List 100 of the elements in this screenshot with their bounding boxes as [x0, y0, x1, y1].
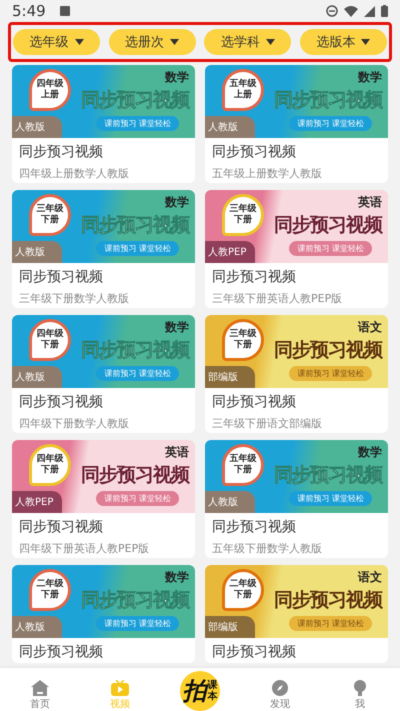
video-card[interactable]: 二年级 下册 人教版 数学 同步预习视频 课前预习 课堂轻松 同步预习视频 [12, 565, 195, 663]
edition-label: 部编版 [205, 616, 255, 638]
term-label: 下册 [41, 465, 59, 476]
grade-label: 三年级 [36, 204, 64, 214]
nav-tab[interactable]: 我 [320, 680, 400, 710]
nav-label: 发现 [270, 698, 290, 710]
video-card[interactable]: 五年级 下册 人教版 数学 同步预习视频 课前预习 课堂轻松 同步预习视频 五年级下册数学人教版 [205, 440, 388, 558]
tagline-pill: 课前预习 课堂轻松 [289, 116, 372, 131]
video-card[interactable]: 四年级 上册 人教版 数学 同步预习视频 课前预习 课堂轻松 同步预习视频 四年级上册数学人教版 [12, 65, 195, 183]
video-card[interactable]: 四年级 下册 人教PEP 英语 同步预习视频 课前预习 课堂轻松 同步预习视频 四年级下册英语人教PEP版 [12, 440, 195, 558]
banner-title: 同步预习视频 [81, 463, 189, 488]
card-title: 同步预习视频 [18, 518, 104, 536]
banner-title: 同步预习视频 [274, 338, 382, 363]
tagline-pill: 课前预习 课堂轻松 [289, 241, 372, 256]
edition-label: 人教版 [12, 616, 62, 638]
wifi-icon [344, 6, 358, 16]
card-title: 同步预习视频 [211, 268, 297, 286]
tagline-pill: 课前预习 课堂轻松 [289, 366, 372, 381]
subject-label: 数学 [358, 69, 382, 86]
caret-icon [266, 39, 275, 45]
subject-label: 英语 [165, 444, 189, 461]
grade-label: 五年级 [230, 454, 256, 464]
term-label: 下册 [41, 215, 59, 226]
term-label: 上册 [234, 90, 252, 101]
nav-tab[interactable]: 首页 [0, 680, 80, 710]
battery-icon [381, 5, 388, 17]
home-icon [31, 680, 49, 696]
card-title: 同步预习视频 [18, 643, 104, 661]
subject-label: 语文 [358, 319, 382, 336]
term-label: 下册 [234, 590, 252, 601]
video-card[interactable]: 三年级 下册 人教版 数学 同步预习视频 课前预习 课堂轻松 同步预习视频 三年级下册数学人教版 [12, 190, 195, 308]
grade-label: 二年级 [36, 579, 64, 590]
edition-label: 人教版 [12, 116, 62, 138]
edition-label: 人教PEP [12, 491, 62, 513]
term-label: 下册 [234, 215, 252, 226]
subject-label: 数学 [165, 569, 189, 586]
caret-icon [74, 39, 84, 45]
grade-label: 四年级 [36, 329, 64, 340]
tagline-pill: 课前预习 课堂轻松 [96, 241, 179, 256]
tagline-pill: 课前预习 课堂轻松 [96, 116, 179, 131]
tagline-pill: 课前预习 课堂轻松 [96, 366, 179, 381]
term-label: 下册 [41, 340, 59, 351]
caret-icon [170, 39, 180, 45]
banner-title: 同步预习视频 [81, 88, 189, 113]
dnd-icon [326, 5, 338, 17]
user-icon [352, 680, 368, 696]
grade-label: 三年级 [230, 329, 256, 340]
filter-dropdown[interactable]: 选年级 [13, 29, 100, 55]
video-card[interactable]: 三年级 下册 人教PEP 英语 同步预习视频 课前预习 课堂轻松 同步预习视频 三年级下册英语人教PEP版 [205, 190, 388, 308]
card-subtitle: 五年级下册数学人教版 [211, 541, 323, 556]
video-card[interactable]: 三年级 下册 部编版 语文 同步预习视频 课前预习 课堂轻松 同步预习视频 三年级下册语文部编版 [205, 315, 388, 433]
grade-label: 二年级 [230, 579, 256, 590]
compass-icon [272, 680, 288, 696]
term-label: 上册 [41, 90, 59, 101]
notification-icon [60, 6, 70, 16]
grade-label: 四年级 [36, 454, 64, 464]
term-label: 下册 [234, 340, 252, 351]
card-title: 同步预习视频 [211, 518, 297, 536]
card-title: 同步预习视频 [211, 643, 297, 661]
subject-label: 数学 [165, 69, 189, 86]
tv-icon [111, 680, 129, 696]
caret-icon [361, 39, 370, 45]
edition-label: 人教版 [205, 491, 255, 513]
filter-dropdown[interactable]: 选版本 [300, 29, 387, 55]
banner-title: 同步预习视频 [274, 213, 382, 238]
filter-dropdown[interactable]: 选学科 [204, 29, 292, 55]
card-title: 同步预习视频 [211, 143, 297, 161]
grade-label: 四年级 [36, 79, 64, 90]
edition-label: 部编版 [205, 366, 255, 388]
banner-title: 同步预习视频 [81, 338, 189, 363]
status-time: 5:49 [12, 2, 46, 20]
subject-label: 数学 [165, 319, 189, 336]
banner-title: 同步预习视频 [274, 88, 382, 113]
term-label: 下册 [41, 590, 59, 601]
nav-label: 我 [355, 698, 365, 710]
card-subtitle: 五年级上册数学人教版 [211, 166, 323, 181]
nav-tab[interactable]: 发现 [240, 680, 320, 710]
edition-label: 人教版 [12, 241, 62, 263]
card-title: 同步预习视频 [18, 268, 104, 286]
subject-label: 数学 [358, 444, 382, 461]
logo-text: 拍 [182, 676, 206, 707]
banner-title: 同步预习视频 [274, 463, 382, 488]
edition-label: 人教PEP [205, 241, 255, 263]
term-label: 下册 [234, 465, 252, 476]
card-title: 同步预习视频 [18, 393, 104, 411]
video-card[interactable]: 五年级 上册 人教版 数学 同步预习视频 课前预习 课堂轻松 同步预习视频 五年级上册数学人教版 [205, 65, 388, 183]
card-subtitle: 三年级下册语文部编版 [211, 416, 323, 431]
video-card[interactable]: 四年级 下册 人教版 数学 同步预习视频 课前预习 课堂轻松 同步预习视频 四年级下册数学人教版 [12, 315, 195, 433]
card-subtitle: 四年级下册英语人教PEP版 [18, 541, 150, 556]
grade-label: 三年级 [230, 204, 256, 214]
video-card[interactable]: 二年级 下册 部编版 语文 同步预习视频 课前预习 课堂轻松 同步预习视频 [205, 565, 388, 663]
subject-label: 语文 [358, 569, 382, 586]
subject-label: 英语 [358, 194, 382, 211]
tagline-pill: 课前预习 课堂轻松 [289, 616, 372, 631]
filter-dropdown[interactable]: 选册次 [108, 29, 196, 55]
tagline-pill: 课前预习 课堂轻松 [96, 616, 179, 631]
edition-label: 人教版 [205, 116, 255, 138]
grade-label: 五年级 [230, 79, 256, 90]
banner-title: 同步预习视频 [81, 588, 189, 613]
banner-title: 同步预习视频 [274, 588, 382, 613]
